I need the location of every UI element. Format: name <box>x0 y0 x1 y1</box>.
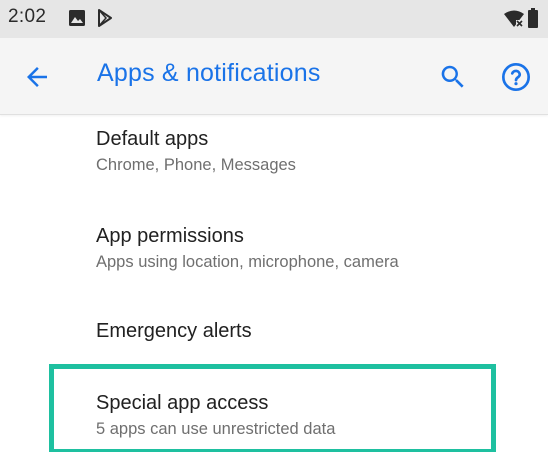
list-item-default-apps[interactable]: Default apps Chrome, Phone, Messages <box>0 115 548 210</box>
item-subtitle: Chrome, Phone, Messages <box>96 156 296 174</box>
status-bar: 2:02 <box>0 0 548 38</box>
page-title: Apps & notifications <box>97 59 321 87</box>
search-icon[interactable] <box>438 62 468 92</box>
item-title: Special app access <box>96 392 269 414</box>
play-store-icon <box>98 9 112 27</box>
arrow-back-icon[interactable] <box>22 62 52 92</box>
help-icon[interactable] <box>500 61 532 93</box>
wifi-icon <box>504 10 524 27</box>
item-title: Emergency alerts <box>96 320 252 342</box>
item-subtitle: Apps using location, microphone, camera <box>96 253 399 271</box>
item-title: Default apps <box>96 128 209 150</box>
list-item-emergency-alerts[interactable]: Emergency alerts <box>0 310 548 368</box>
image-icon <box>69 10 85 26</box>
status-time: 2:02 <box>8 6 47 27</box>
item-subtitle: 5 apps can use unrestricted data <box>96 420 336 438</box>
list-item-special-app-access[interactable]: Special app access 5 apps can use unrest… <box>0 368 548 452</box>
item-title: App permissions <box>96 225 244 247</box>
settings-screen: 2:02 Apps & notifications Default apps C… <box>0 0 548 452</box>
app-bar: Apps & notifications <box>0 38 548 115</box>
list-item-app-permissions[interactable]: App permissions Apps using location, mic… <box>0 210 548 310</box>
battery-icon <box>528 8 538 28</box>
